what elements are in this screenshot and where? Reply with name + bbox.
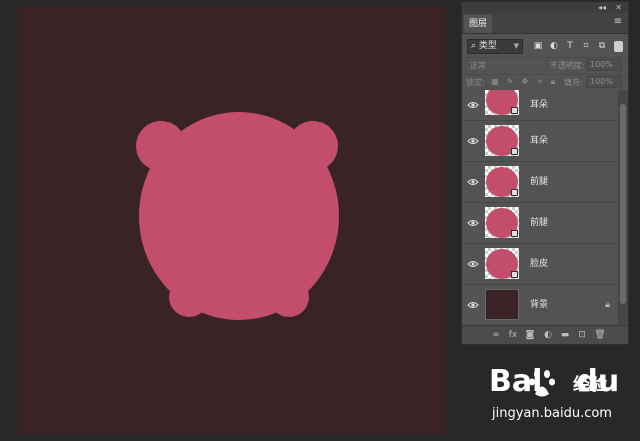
- paw-icon: [529, 370, 555, 397]
- collapse-icon[interactable]: ◂◂: [598, 2, 606, 13]
- fx-icon[interactable]: fx: [507, 329, 519, 341]
- chevron-down-icon: ▼: [513, 42, 519, 50]
- layers-panel: ◂◂ ✕ 图层 ≡ ⌕ 类型 ▼ ▣ ◐ T ⌗ ⧉ 正常 不透明度: 100%: [461, 1, 629, 345]
- filter-kind-select[interactable]: ⌕ 类型 ▼: [467, 39, 523, 54]
- shape-filter-icon[interactable]: ⌗: [580, 40, 592, 52]
- layer-name[interactable]: 背景: [530, 299, 548, 311]
- adjustment-icon[interactable]: ◐: [542, 329, 554, 341]
- layer-list: 耳朵 耳朵 前腿 前腿 脸皮 背景 🔒︎: [462, 90, 618, 326]
- eye-icon[interactable]: [467, 259, 479, 269]
- layer-row[interactable]: 耳朵: [462, 90, 618, 121]
- baidu-jingyan-watermark: Bai du 经验 jingyan.baidu.com: [489, 364, 629, 434]
- new-layer-icon[interactable]: ⊡: [576, 329, 588, 341]
- layer-row[interactable]: 前腿: [462, 162, 618, 203]
- close-icon[interactable]: ✕: [615, 2, 622, 13]
- eye-icon[interactable]: [467, 218, 479, 228]
- lock-all-icon[interactable]: 🔒︎: [548, 77, 558, 87]
- layer-list-scrollbar[interactable]: [618, 90, 628, 326]
- smart-object-icon: [511, 230, 518, 237]
- smart-object-icon: [511, 271, 518, 278]
- layer-name[interactable]: 脸皮: [530, 258, 548, 270]
- filter-toggle[interactable]: [614, 41, 623, 52]
- opacity-label: 不透明度:: [550, 61, 585, 70]
- lock-artboard-icon[interactable]: ⌗: [535, 77, 545, 87]
- adjustment-filter-icon[interactable]: ◐: [548, 40, 560, 52]
- watermark-chinese: 经验: [573, 375, 607, 395]
- face: [139, 112, 339, 320]
- blend-row: 正常 不透明度: 100%: [462, 57, 628, 74]
- layer-thumbnail: [485, 125, 519, 156]
- smart-object-filter-icon[interactable]: ⧉: [596, 40, 608, 52]
- fill-field[interactable]: 100%: [586, 76, 622, 88]
- eye-icon[interactable]: [467, 300, 479, 310]
- folder-icon[interactable]: ▬: [559, 329, 571, 341]
- blend-mode-select[interactable]: 正常: [470, 60, 486, 71]
- layer-filter-row: ⌕ 类型 ▼ ▣ ◐ T ⌗ ⧉: [462, 37, 628, 57]
- panel-footer: ∞ fx ◙ ◐ ▬ ⊡ 🗑︎: [462, 325, 628, 344]
- layer-row-background[interactable]: 背景 🔒︎: [462, 285, 618, 326]
- mask-icon[interactable]: ◙: [524, 329, 536, 341]
- layer-name[interactable]: 前腿: [530, 176, 548, 188]
- workspace: ◂◂ ✕ 图层 ≡ ⌕ 类型 ▼ ▣ ◐ T ⌗ ⧉ 正常 不透明度: 100%: [0, 0, 640, 441]
- layer-row[interactable]: 脸皮: [462, 244, 618, 285]
- layer-row[interactable]: 耳朵: [462, 121, 618, 162]
- smart-object-icon: [511, 148, 518, 155]
- watermark-url: jingyan.baidu.com: [492, 406, 612, 421]
- panel-menu-icon[interactable]: ≡: [614, 16, 622, 27]
- layer-thumbnail: [485, 248, 519, 279]
- smart-object-icon: [511, 107, 518, 114]
- layer-name[interactable]: 耳朵: [530, 135, 548, 147]
- eye-icon[interactable]: [467, 177, 479, 187]
- pig-shape: [136, 112, 339, 320]
- lock-transparent-icon[interactable]: ▦: [490, 77, 500, 87]
- layer-name[interactable]: 前腿: [530, 217, 548, 229]
- panel-title-bar: ◂◂ ✕: [462, 2, 628, 13]
- link-icon[interactable]: ∞: [490, 329, 502, 341]
- layer-thumbnail: [485, 289, 519, 320]
- layer-thumbnail: [485, 166, 519, 197]
- lock-label: 锁定:: [466, 78, 485, 87]
- type-filter-icon[interactable]: T: [564, 40, 576, 52]
- layer-thumbnail: [485, 207, 519, 238]
- eye-icon[interactable]: [467, 136, 479, 146]
- opacity-field[interactable]: 100%: [586, 59, 622, 71]
- trash-icon[interactable]: 🗑︎: [594, 329, 606, 341]
- document-canvas[interactable]: [18, 6, 446, 434]
- filter-kind-label: 类型: [478, 41, 497, 51]
- panel-tab-row: 图层 ≡: [462, 13, 628, 34]
- smart-object-icon: [511, 189, 518, 196]
- fill-label: 填充:: [564, 78, 583, 87]
- lock-icon: 🔒︎: [605, 300, 610, 310]
- layer-name[interactable]: 耳朵: [530, 99, 548, 111]
- lock-brush-icon[interactable]: ✎: [505, 77, 515, 87]
- search-icon: ⌕: [471, 41, 477, 51]
- pixel-filter-icon[interactable]: ▣: [532, 40, 544, 52]
- scrollbar-thumb[interactable]: [620, 104, 626, 304]
- lock-move-icon[interactable]: ✥: [520, 77, 530, 87]
- tab-layers[interactable]: 图层: [464, 15, 493, 33]
- layer-row[interactable]: 前腿: [462, 203, 618, 244]
- eye-icon[interactable]: [467, 100, 479, 110]
- layer-thumbnail: [485, 90, 519, 115]
